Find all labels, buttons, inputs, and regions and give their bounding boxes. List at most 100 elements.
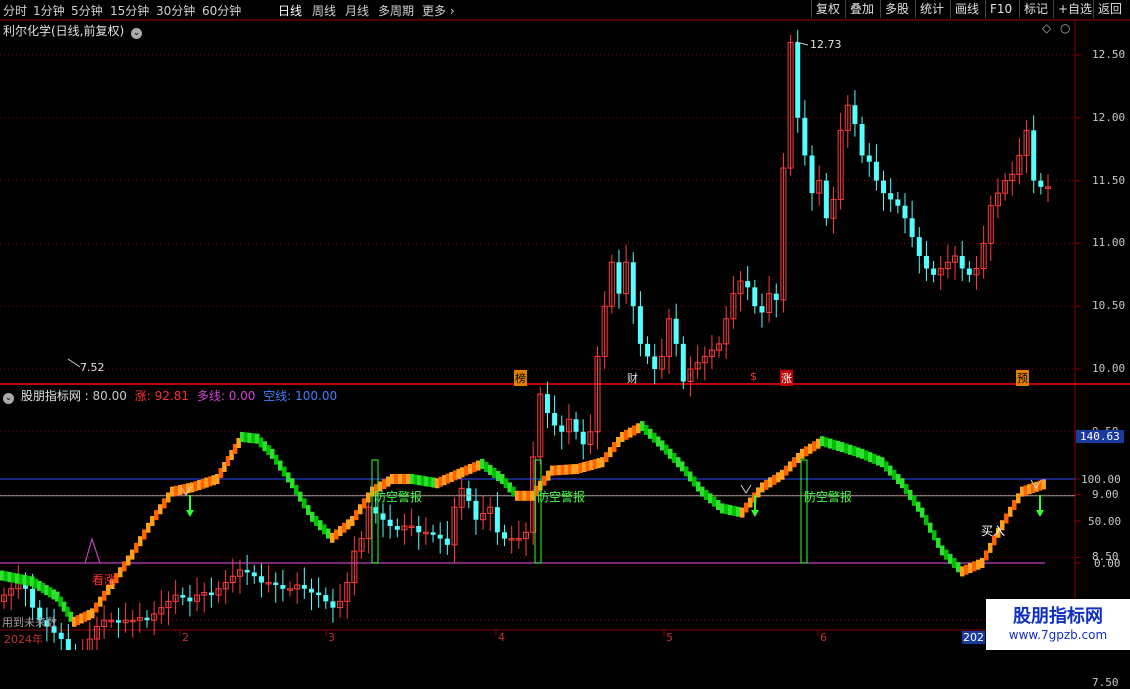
indicator-band-up xyxy=(808,443,813,454)
indicator-band-up xyxy=(354,510,359,521)
candle-body-down xyxy=(244,569,250,573)
indicator-band-down xyxy=(868,452,873,463)
low-price-label: 7.52 xyxy=(80,361,105,374)
indicator-band-down xyxy=(278,460,283,471)
candle-body-down xyxy=(30,588,36,608)
indicator-band-down xyxy=(724,504,729,515)
indicator-band-up xyxy=(358,504,363,515)
settings-circle-icon[interactable]: ○ xyxy=(1060,21,1070,35)
indicator-band-up xyxy=(362,498,367,509)
indicator-band-down xyxy=(656,436,661,447)
indicator-band-down xyxy=(840,442,845,453)
indicator-band-up xyxy=(386,476,391,487)
indicator-band-up xyxy=(150,516,155,526)
candle-body-down xyxy=(308,588,314,593)
indicator-band-up xyxy=(968,563,973,574)
fangkong-alert-1: 防空警报 xyxy=(374,490,423,504)
kong-value: 100.00 xyxy=(295,389,338,403)
zhang-label: 涨 xyxy=(134,389,147,403)
down-arrow-head xyxy=(1036,510,1044,517)
indicator-band-down xyxy=(492,467,497,478)
x-label-apr: 4 xyxy=(498,631,505,644)
zhang-value: 92.81 xyxy=(154,389,189,403)
indicator-band-up xyxy=(174,485,179,496)
indicator-band-up xyxy=(1041,479,1046,490)
indicator-band-up xyxy=(816,438,821,449)
indicator-band-up xyxy=(338,526,343,537)
candle-body-down xyxy=(273,582,279,586)
indicator-band-up xyxy=(972,561,977,572)
indicator-band-up xyxy=(468,463,473,474)
candle-body-down xyxy=(437,534,443,539)
indicator-band-up xyxy=(616,437,621,448)
indicator-band-up xyxy=(530,490,535,501)
candle-body-down xyxy=(895,199,901,206)
indicator-band-down xyxy=(944,549,949,560)
indicator-band-down xyxy=(916,501,921,512)
candle-body-down xyxy=(323,595,329,602)
circle-chevron-down-icon[interactable]: ⌄ xyxy=(131,28,143,39)
candle-body-down xyxy=(258,576,264,583)
indicator-band-down xyxy=(696,481,701,492)
x-label-feb: 2 xyxy=(182,631,189,644)
candle-body-down xyxy=(580,431,586,445)
indicator-band-down xyxy=(496,470,501,481)
marker-bang[interactable]: 榜 xyxy=(514,370,527,386)
indicator-band-down xyxy=(708,493,713,504)
candle-body-down xyxy=(630,262,636,307)
indicator-band-down xyxy=(700,486,705,497)
diamond-icon[interactable]: ◇ xyxy=(1042,21,1051,35)
candle-body-down xyxy=(316,592,322,596)
indicator-band-up xyxy=(142,529,147,540)
indicator-band-down xyxy=(712,496,717,507)
indicator-band-up xyxy=(166,492,171,503)
indicator-band-up xyxy=(960,566,965,577)
indicator-band-up xyxy=(130,549,135,560)
circle-chevron-down-icon[interactable]: ⌄ xyxy=(3,393,14,404)
indicator-band-up xyxy=(744,502,749,513)
marker-dollar[interactable]: $ xyxy=(750,370,757,383)
indicator-band-down xyxy=(720,503,725,514)
indicator-band-down xyxy=(828,438,833,449)
indicator-band-up xyxy=(760,482,765,493)
stock-title[interactable]: 利尔化学(日线,前复权) xyxy=(3,24,124,38)
candle-body-down xyxy=(909,218,915,238)
candle-body-down xyxy=(802,117,808,156)
candle-body-down xyxy=(1038,180,1044,187)
kong-label: 空线 xyxy=(263,389,288,403)
down-arrow-head xyxy=(186,510,194,517)
indicator-band-down xyxy=(664,444,669,455)
indicator-band-down xyxy=(692,476,697,487)
indicator-band-down xyxy=(672,453,677,463)
x-label-may: 5 xyxy=(666,631,673,644)
candle-body-down xyxy=(923,255,929,269)
price-tick-label: 9.00 xyxy=(1092,487,1119,501)
duo-label: 多线 xyxy=(196,389,221,403)
marker-yu[interactable]: 预 xyxy=(1016,370,1029,386)
candle-body-down xyxy=(866,155,872,162)
indicator-band-down xyxy=(640,421,645,432)
candle-body-down xyxy=(473,500,479,520)
candle-body-down xyxy=(795,42,801,118)
indicator-band-up xyxy=(812,441,817,452)
indicator-band-down xyxy=(298,491,303,502)
indicator-name[interactable]: 股朋指标网 xyxy=(21,389,81,403)
candle-body-down xyxy=(773,293,779,300)
hover-value-badge: 140.63 xyxy=(1076,430,1124,443)
indicator-band-up xyxy=(126,555,131,566)
indicator-band-down xyxy=(860,448,865,459)
indicator-band-up xyxy=(98,596,103,607)
marker-cai[interactable]: 财 xyxy=(627,370,638,386)
indicator-band-down xyxy=(704,489,709,500)
chart-canvas[interactable] xyxy=(0,0,1130,650)
candle-body-down xyxy=(637,306,643,344)
marker-zhang[interactable]: 涨 xyxy=(780,370,793,386)
indicator-band-down xyxy=(876,455,881,466)
fangkong-alert-3: 防空警报 xyxy=(804,490,853,504)
fangkong-alert-2: 防空警报 xyxy=(537,490,586,504)
indicator-band-down xyxy=(480,458,485,469)
indicator-band-up xyxy=(784,465,789,476)
indicator-band-down xyxy=(852,446,857,457)
indicator-band-up xyxy=(162,498,167,509)
indicator-band-down xyxy=(652,432,657,443)
